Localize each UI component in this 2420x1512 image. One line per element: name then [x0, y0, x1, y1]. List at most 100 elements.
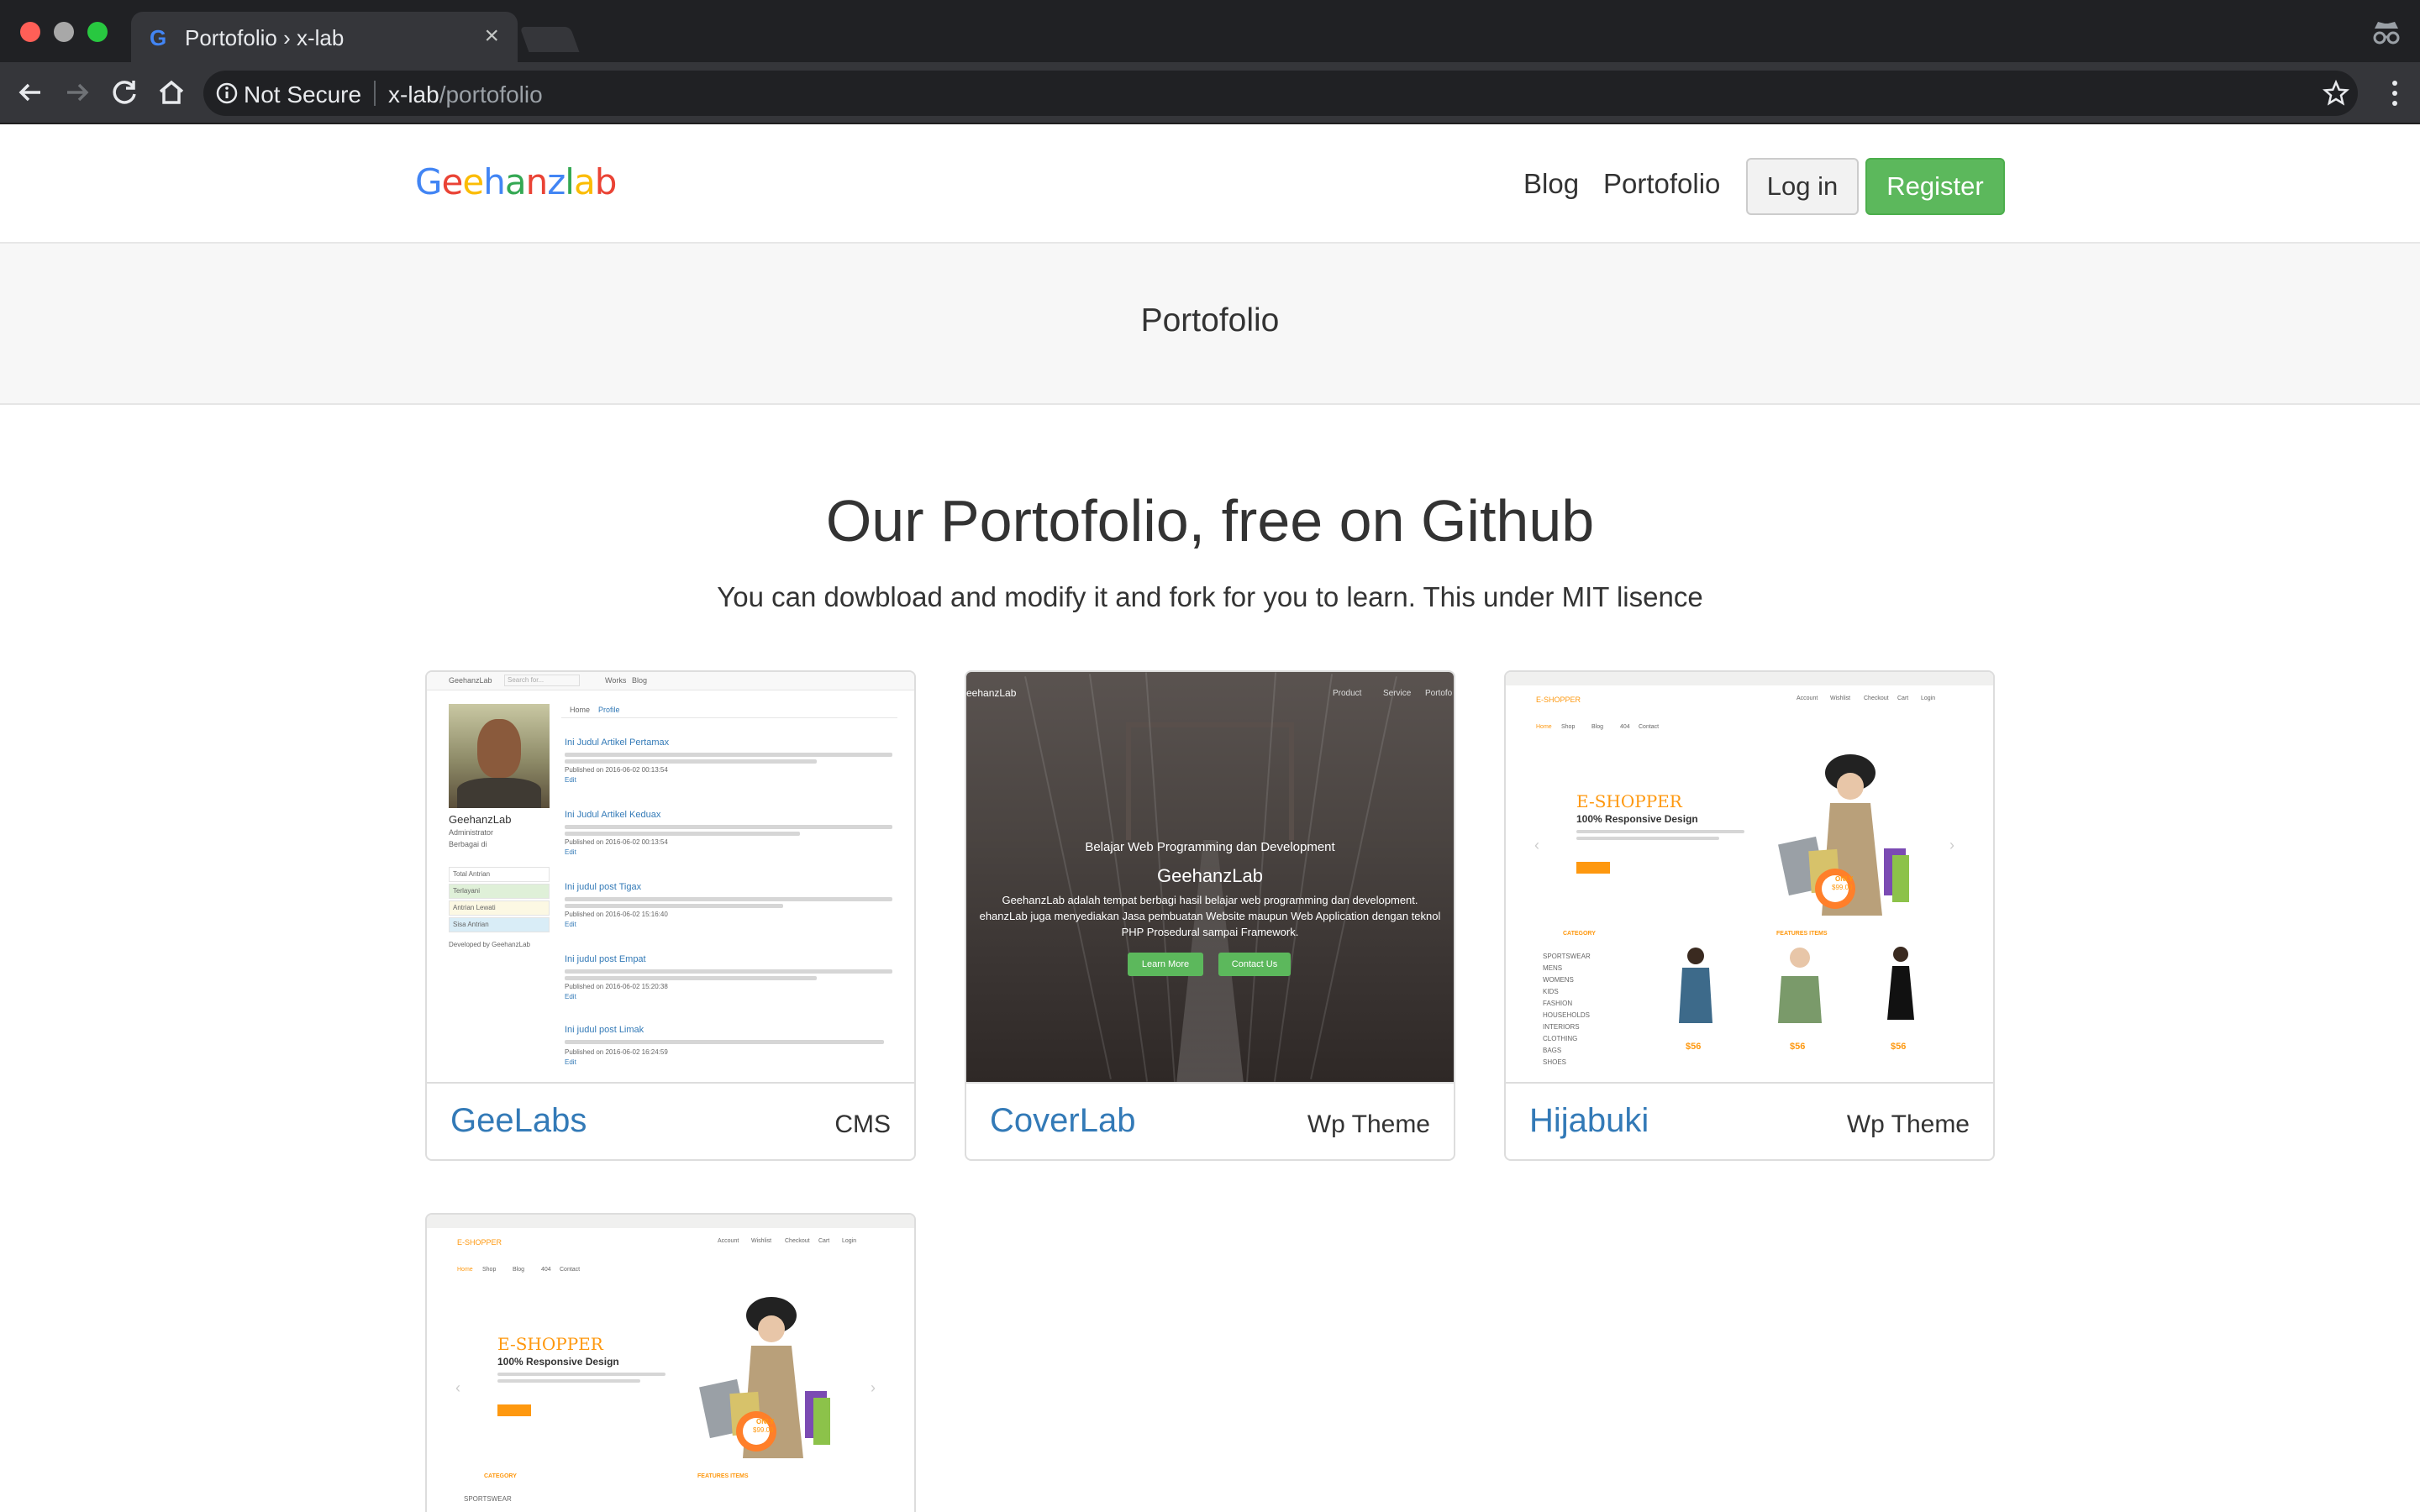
thumb-nav-works: Works — [605, 676, 627, 685]
card-title[interactable]: GeeLabs — [450, 1102, 587, 1140]
logo-letter: l — [565, 161, 575, 202]
security-label[interactable]: Not Secure — [244, 81, 361, 108]
card-thumbnail[interactable]: E-SHOPPER Account Wishlist Checkout Cart… — [427, 1215, 914, 1512]
thumb-text-line — [565, 759, 817, 764]
window-close-button[interactable] — [20, 22, 40, 42]
forward-arrow-icon[interactable] — [60, 76, 94, 109]
thumb-category-item: INTERIORS — [1543, 1023, 1580, 1031]
thumb-post-title: Ini Judul Artikel Pertamax — [565, 738, 670, 748]
portfolio-card-eshopper[interactable]: E-SHOPPER Account Wishlist Checkout Cart… — [425, 1213, 916, 1512]
url-host: x-lab — [388, 81, 439, 108]
thumb-brand: E-SHOPPER — [457, 1238, 502, 1247]
thumb-search: Search for... — [504, 675, 580, 686]
thumb-hero-title: GeehanzLab — [1157, 865, 1263, 886]
thumb-kicker: Belajar Web Programming dan Development — [1085, 840, 1335, 854]
thumb-menu-row: Antrian Lewati — [449, 900, 550, 916]
back-arrow-icon[interactable] — [13, 76, 47, 109]
thumb-profile-extra: Berbagai di — [449, 840, 487, 848]
browser-tab[interactable]: G Portofolio › x-lab × — [131, 12, 518, 62]
thumb-text-line — [497, 1373, 666, 1376]
logo-letter: b — [594, 161, 618, 202]
nav-link-portofolio[interactable]: Portofolio — [1603, 168, 1720, 200]
thumb-product-price: $56 — [1891, 1042, 1907, 1052]
thumb-badge-price: $99.00 — [1832, 884, 1853, 891]
card-thumbnail[interactable]: E-SHOPPER Account Wishlist Checkout Cart… — [1506, 672, 1993, 1084]
thumb-topbar: GeehanzLab Search for... Works Blog — [427, 672, 914, 690]
thumb-get-it-button — [497, 1404, 531, 1416]
thumb-text-line — [497, 1379, 640, 1383]
divider — [561, 717, 897, 718]
thumb-text-line — [1576, 830, 1744, 833]
thumb-category-item: FASHION — [1543, 1000, 1573, 1007]
thumb-text-line — [565, 897, 892, 901]
card-thumbnail[interactable]: eehanzLab Product Service Portofo Belaja… — [966, 672, 1454, 1084]
thumb-category-item: BAGS — [1543, 1047, 1562, 1054]
thumb-top-link: Wishlist — [1830, 696, 1851, 701]
profile-face — [477, 719, 521, 778]
profile-photo — [449, 704, 550, 808]
card-thumbnail[interactable]: GeehanzLab Search for... Works Blog Geeh… — [427, 672, 914, 1084]
thumb-learn-more-button: Learn More — [1128, 953, 1203, 976]
logo-letter: a — [573, 161, 596, 202]
portfolio-card-geelabs[interactable]: GeehanzLab Search for... Works Blog Geeh… — [425, 670, 916, 1161]
thumb-brand: eehanzLab — [966, 687, 1017, 699]
thumb-nav-item: Contact — [1639, 724, 1660, 730]
incognito-icon[interactable] — [2370, 15, 2403, 49]
thumb-post-title: Ini Judul Artikel Keduax — [565, 810, 661, 820]
logo-letter: e — [462, 161, 484, 202]
portfolio-card-coverlab[interactable]: eehanzLab Product Service Portofo Belaja… — [965, 670, 1455, 1161]
window-minimize-button[interactable] — [54, 22, 74, 42]
page-header-title: Portofolio — [1140, 302, 1280, 339]
thumb-category-item: MENS — [1543, 964, 1563, 972]
url-separator — [374, 81, 376, 106]
site-logo[interactable]: Geehanzlab — [415, 161, 618, 202]
thumb-tab-home: Home — [570, 706, 591, 714]
thumb-text-line — [565, 753, 892, 757]
thumb-category-item: WOMENS — [1543, 976, 1574, 984]
tab-title: Portofolio › x-lab — [185, 25, 345, 50]
reload-icon[interactable] — [108, 76, 141, 109]
new-tab-button[interactable] — [519, 27, 580, 52]
logo-letter: n — [525, 161, 549, 202]
login-button[interactable]: Log in — [1746, 158, 1859, 215]
thumb-brand: E-SHOPPER — [1536, 696, 1581, 704]
logo-letter: G — [415, 161, 443, 202]
thumb-post-date: Published on 2016-06-02 00:13:54 — [565, 838, 668, 846]
portfolio-card-hijabuki[interactable]: E-SHOPPER Account Wishlist Checkout Cart… — [1504, 670, 1995, 1161]
url-text[interactable]: x-lab/portofolio — [388, 81, 543, 108]
card-title[interactable]: CoverLab — [990, 1102, 1135, 1140]
thumb-text-line — [565, 832, 800, 836]
thumb-next-arrow-icon: › — [871, 1379, 876, 1396]
address-bar[interactable]: Not Secure x-lab/portofolio — [203, 71, 2358, 116]
section-subtitle: You can dowbload and modify it and fork … — [717, 581, 1703, 612]
thumb-post-date: Published on 2016-06-02 16:24:59 — [565, 1048, 668, 1056]
thumb-badge-price: $99.00 — [753, 1426, 774, 1434]
logo-letter: a — [504, 161, 527, 202]
thumb-text-line — [565, 1040, 884, 1044]
thumb-menu-row: Sisa Antrian — [449, 917, 550, 932]
thumb-nav-item: Home — [1536, 724, 1552, 730]
thumb-product-image — [1679, 948, 1712, 1023]
browser-toolbar: Not Secure x-lab/portofolio — [0, 62, 2420, 124]
card-title[interactable]: Hijabuki — [1529, 1102, 1649, 1140]
thumb-nav-item: Portofo — [1425, 689, 1453, 698]
register-button[interactable]: Register — [1865, 158, 2005, 215]
thumb-nav-item: 404 — [541, 1267, 551, 1273]
bookmark-star-icon[interactable] — [2323, 80, 2349, 107]
thumb-text-line — [1576, 837, 1719, 840]
tab-close-icon[interactable]: × — [484, 22, 499, 50]
thumb-profile-role: Administrator — [449, 828, 494, 837]
thumb-menu-label: Total Antrian — [453, 870, 491, 878]
browser-menu-icon[interactable] — [2390, 78, 2400, 108]
window-zoom-button[interactable] — [87, 22, 108, 42]
thumb-model-image — [1778, 754, 1909, 916]
thumb-features-heading: FEATURES ITEMS — [1776, 931, 1828, 937]
thumb-edit-link: Edit — [565, 993, 576, 1000]
thumb-hero-subtitle: 100% Responsive Design — [1576, 813, 1698, 825]
home-icon[interactable] — [155, 76, 188, 109]
info-icon[interactable] — [215, 81, 239, 105]
thumb-edit-link: Edit — [565, 848, 576, 856]
thumb-features-heading: FEATURES ITEMS — [697, 1473, 749, 1479]
thumb-nav-item: Blog — [513, 1267, 525, 1273]
nav-link-blog[interactable]: Blog — [1523, 168, 1579, 200]
